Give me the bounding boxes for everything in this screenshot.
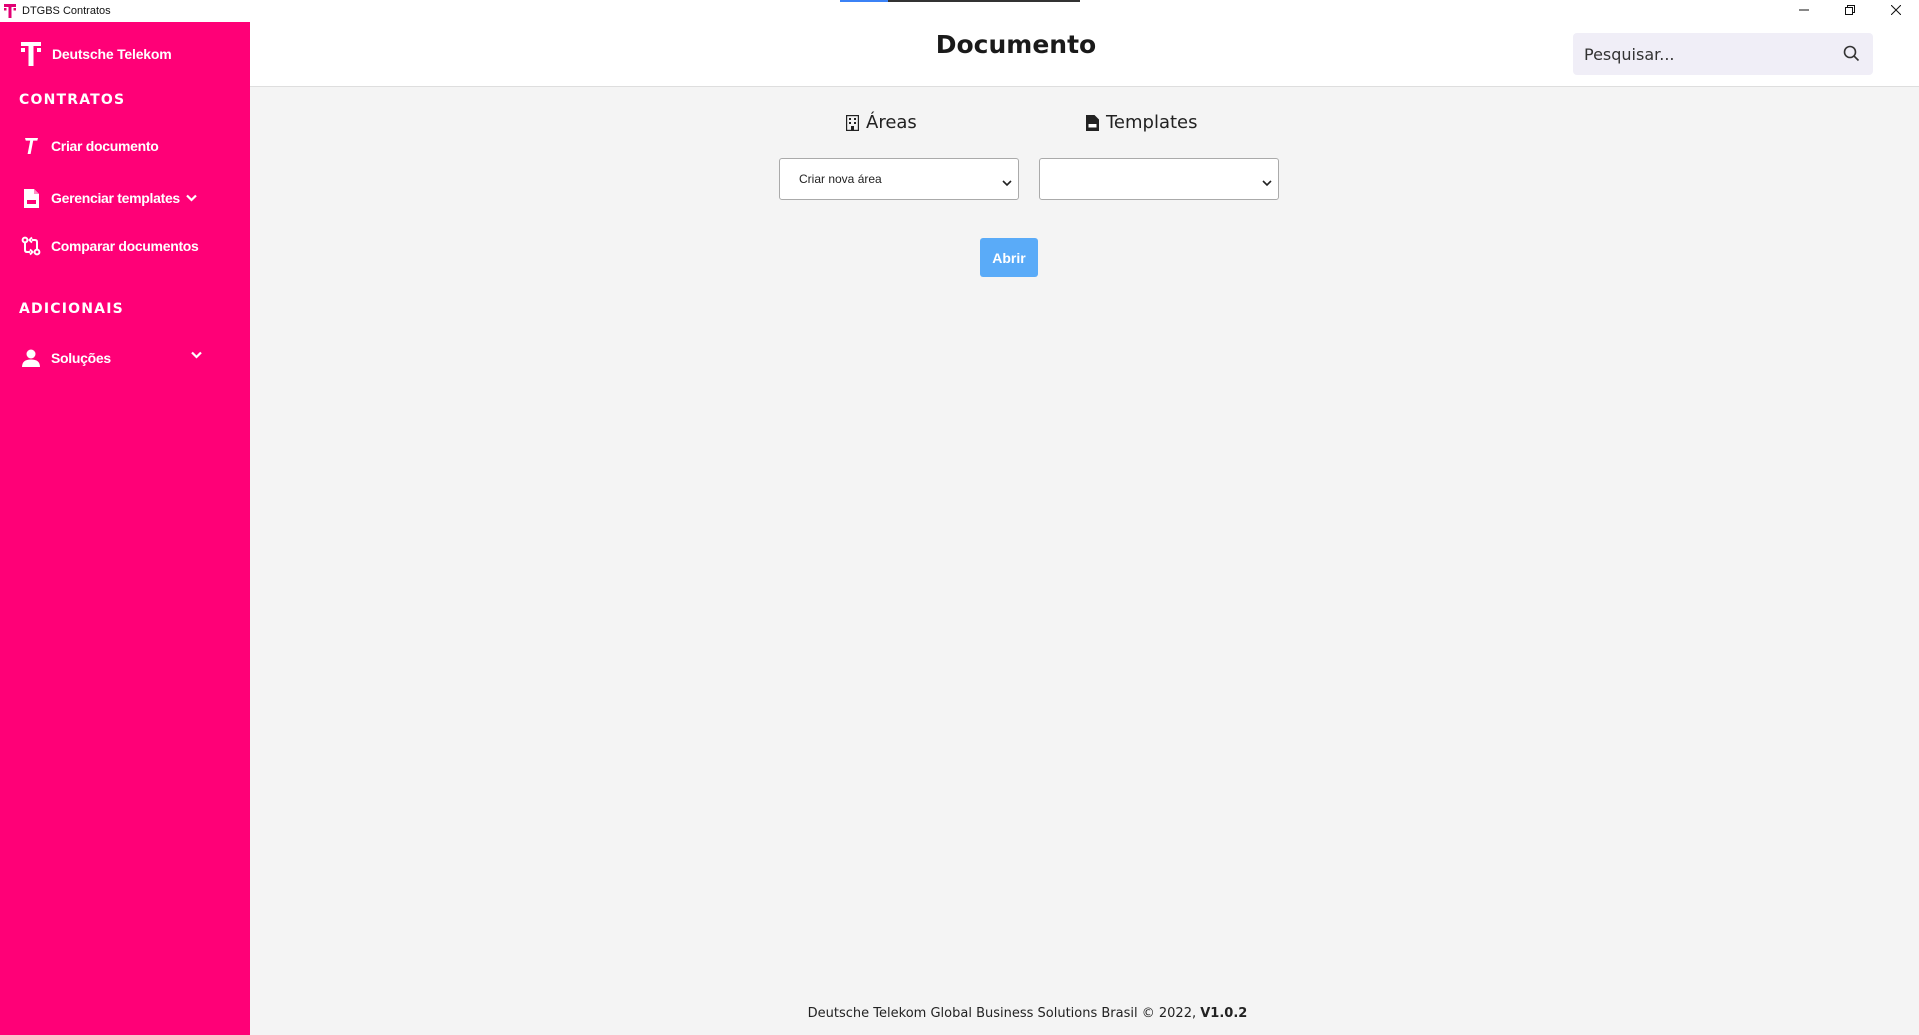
footer-version: V1.0.2 xyxy=(1200,1006,1248,1021)
sidebar-item-solucoes[interactable]: Soluções xyxy=(0,343,250,373)
search-icon[interactable] xyxy=(1843,45,1861,63)
templates-select-wrap xyxy=(1039,158,1279,200)
close-icon xyxy=(1891,5,1901,15)
templates-heading-label: Templates xyxy=(1106,112,1198,133)
areas-select[interactable]: Criar nova área xyxy=(780,159,1018,199)
chevron-down-icon xyxy=(186,194,197,202)
open-button[interactable]: Abrir xyxy=(980,238,1038,277)
templates-heading: Templates xyxy=(1084,112,1198,133)
chevron-down-icon xyxy=(191,351,202,359)
telekom-logo-icon xyxy=(20,41,42,67)
window-title: DTGBS Contratos xyxy=(22,5,111,17)
page-header: Documento xyxy=(250,22,1919,87)
telekom-logo-icon xyxy=(3,3,17,19)
section-title-adicionais: ADICIONAIS xyxy=(19,301,124,317)
document-icon xyxy=(20,187,42,209)
section-title-contratos: CONTRATOS xyxy=(19,92,126,108)
sidebar-item-gerenciar-templates[interactable]: Gerenciar templates xyxy=(0,183,250,213)
minimize-button[interactable] xyxy=(1781,0,1827,20)
sidebar-item-criar-documento[interactable]: Criar documento xyxy=(0,131,250,161)
telekom-t-icon xyxy=(20,135,42,157)
close-button[interactable] xyxy=(1873,0,1919,20)
sidebar-item-label: Gerenciar templates xyxy=(51,190,180,206)
sidebar-item-label: Comparar documentos xyxy=(51,238,199,254)
page-title: Documento xyxy=(935,30,1097,59)
main-content: Áreas Templates Criar nova área Abrir De… xyxy=(250,88,1919,1035)
document-icon xyxy=(1084,114,1100,131)
building-icon xyxy=(844,114,860,131)
templates-select[interactable] xyxy=(1040,159,1278,199)
footer: Deutsche Telekom Global Business Solutio… xyxy=(250,1006,1805,1021)
drag-region xyxy=(840,0,1080,2)
compare-icon xyxy=(20,235,42,257)
sidebar-item-label: Soluções xyxy=(51,350,111,366)
restore-icon xyxy=(1845,5,1855,15)
footer-text: Deutsche Telekom Global Business Solutio… xyxy=(807,1006,1197,1021)
search-box xyxy=(1573,33,1873,75)
brand-name: Deutsche Telekom xyxy=(52,46,172,62)
user-icon xyxy=(20,347,42,369)
areas-select-wrap: Criar nova área xyxy=(779,158,1019,200)
areas-heading: Áreas xyxy=(844,112,917,133)
minimize-icon xyxy=(1799,9,1809,11)
sidebar-item-label: Criar documento xyxy=(51,138,159,154)
search-input[interactable] xyxy=(1573,34,1823,74)
sidebar-item-comparar-documentos[interactable]: Comparar documentos xyxy=(0,231,250,261)
brand[interactable]: Deutsche Telekom xyxy=(0,38,250,70)
areas-heading-label: Áreas xyxy=(866,112,917,133)
restore-button[interactable] xyxy=(1827,0,1873,20)
window-titlebar: DTGBS Contratos xyxy=(0,0,1919,22)
sidebar: Deutsche Telekom CONTRATOS Criar documen… xyxy=(0,22,250,1035)
